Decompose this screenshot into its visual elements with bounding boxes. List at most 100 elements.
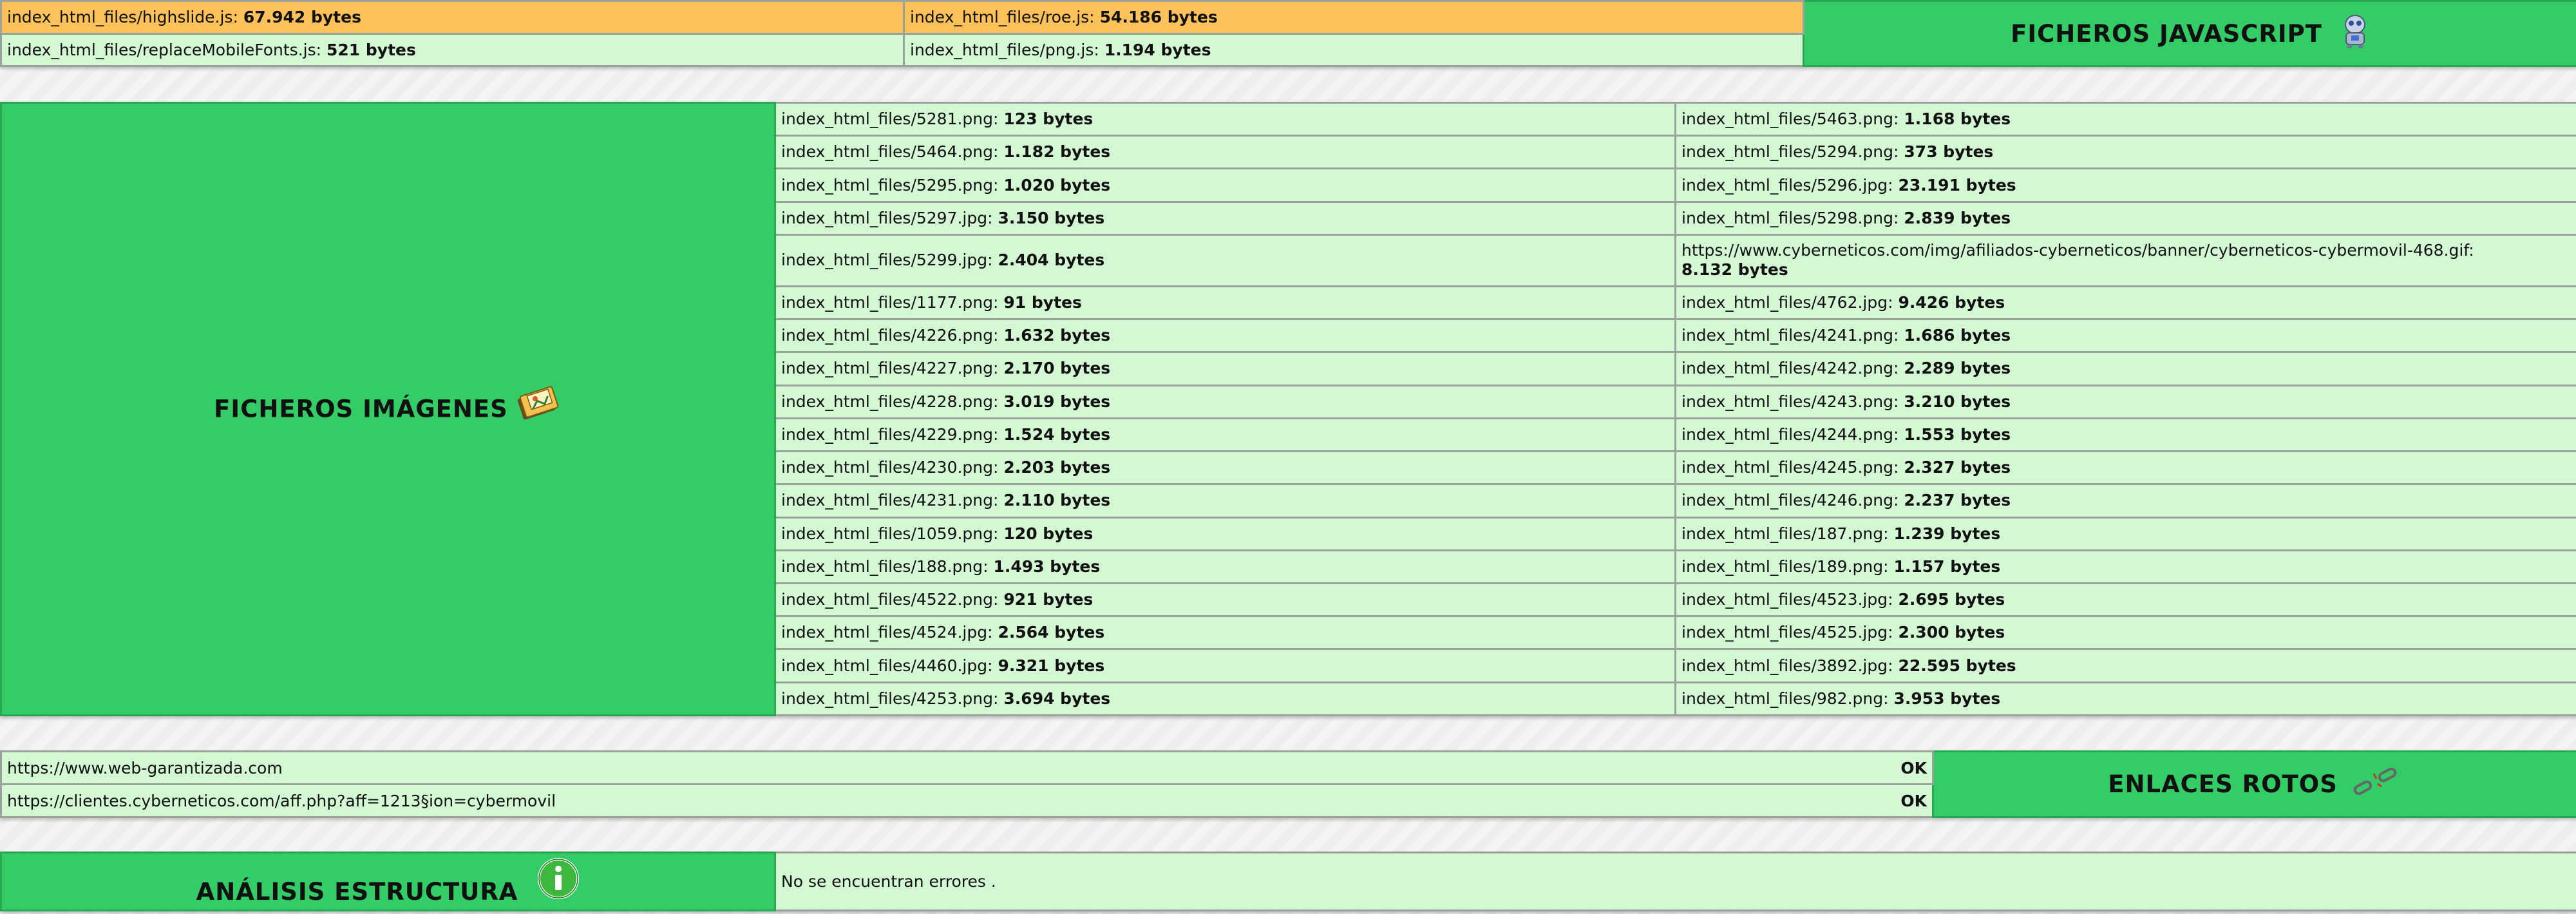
image-file-entry: index_html_files/4244.png: 1.553 bytes: [1674, 417, 2576, 453]
image-file-name: index_html_files/4241.png:: [1681, 326, 1899, 345]
image-file-size: 1.168 bytes: [1904, 109, 2011, 129]
image-file-size: 1.493 bytes: [993, 557, 1101, 576]
link-status: OK: [1900, 758, 1927, 777]
image-file-entry: index_html_files/4227.png: 2.170 bytes: [774, 351, 1676, 386]
image-file-size: 9.321 bytes: [998, 656, 1105, 675]
image-file-size: 1.020 bytes: [1003, 175, 1111, 195]
image-file-size: 1.632 bytes: [1003, 326, 1111, 345]
link-url[interactable]: https://clientes.cyberneticos.com/aff.ph…: [7, 792, 556, 810]
js-file-size: 54.186 bytes: [1099, 8, 1218, 27]
javascript-files-section: index_html_files/highslide.js: 67.942 by…: [0, 0, 2576, 67]
link-status: OK: [1900, 791, 1927, 810]
image-file-entry: index_html_files/5298.png: 2.839 bytes: [1674, 200, 2576, 236]
image-file-size: 9.426 bytes: [1898, 292, 2005, 312]
image-file-name: index_html_files/4460.jpg:: [781, 656, 993, 675]
image-file-name: index_html_files/1059.png:: [781, 524, 999, 543]
image-file-size: 120 bytes: [1003, 524, 1094, 543]
image-file-name: index_html_files/4230.png:: [781, 458, 999, 477]
structure-analysis-section: ANÁLISIS ESTRUCTURA No se encuentran err…: [0, 852, 2576, 911]
image-file-entry: index_html_files/5463.png: 1.168 bytes: [1674, 101, 2576, 137]
images-folder-icon: [516, 382, 562, 421]
image-file-size: 23.191 bytes: [1898, 175, 2016, 195]
image-file-size: 2.404 bytes: [998, 251, 1105, 270]
image-file-name: index_html_files/4524.jpg:: [781, 623, 993, 642]
image-file-entry: index_html_files/4228.png: 3.019 bytes: [774, 384, 1676, 419]
image-file-name: index_html_files/5464.png:: [781, 142, 999, 162]
image-file-entry: index_html_files/4226.png: 1.632 bytes: [774, 318, 1676, 354]
image-file-name: index_html_files/5463.png:: [1681, 109, 1899, 129]
structure-analysis-header: ANÁLISIS ESTRUCTURA: [0, 852, 776, 911]
image-file-name: index_html_files/4245.png:: [1681, 458, 1899, 477]
image-file-name: index_html_files/4246.png:: [1681, 491, 1899, 510]
image-file-size: 3.019 bytes: [1003, 392, 1111, 411]
image-file-size: 3.694 bytes: [1003, 689, 1111, 708]
image-file-entry: index_html_files/5299.jpg: 2.404 bytes: [774, 233, 1676, 287]
image-file-size: 2.203 bytes: [1003, 458, 1111, 477]
image-file-size: 373 bytes: [1904, 142, 1994, 162]
image-files-section: FICHEROS IMÁGENES index_html_files/5281.p…: [0, 101, 2576, 717]
image-file-entry: index_html_files/5294.png: 373 bytes: [1674, 135, 2576, 170]
broken-links-title: ENLACES ROTOS: [2108, 770, 2338, 798]
javascript-section-header: FICHEROS JAVASCRIPT: [1803, 0, 2576, 67]
image-file-entry: https://www.cyberneticos.com/img/afiliad…: [1674, 233, 2576, 287]
js-file-size: 67.942 bytes: [243, 8, 361, 27]
image-file-size: 921 bytes: [1003, 590, 1094, 609]
image-file-name: index_html_files/5281.png:: [781, 109, 999, 129]
image-file-entry: index_html_files/4245.png: 2.327 bytes: [1674, 450, 2576, 486]
broken-chain-icon: [2351, 762, 2402, 806]
link-url[interactable]: https://www.web-garantizada.com: [7, 759, 283, 777]
image-file-name: index_html_files/5296.jpg:: [1681, 175, 1893, 195]
image-file-entry: index_html_files/4523.jpg: 2.695 bytes: [1674, 582, 2576, 618]
image-file-entry: index_html_files/1177.png: 91 bytes: [774, 285, 1676, 321]
image-file-entry: index_html_files/4246.png: 2.237 bytes: [1674, 483, 2576, 519]
image-file-size: 2.695 bytes: [1898, 590, 2005, 609]
image-file-name: index_html_files/5294.png:: [1681, 142, 1899, 162]
image-file-name: index_html_files/4228.png:: [781, 392, 999, 411]
image-file-size: 91 bytes: [1003, 292, 1082, 312]
image-file-entry: index_html_files/3892.jpg: 22.595 bytes: [1674, 648, 2576, 683]
js-file-size: 1.194 bytes: [1104, 40, 1211, 59]
js-file-name: index_html_files/roe.js:: [910, 8, 1095, 27]
image-file-entry: index_html_files/4524.jpg: 2.564 bytes: [774, 615, 1676, 651]
image-file-entry: index_html_files/187.png: 1.239 bytes: [1674, 516, 2576, 551]
image-file-size: 123 bytes: [1003, 109, 1094, 129]
image-file-name: index_html_files/5297.jpg:: [781, 208, 993, 227]
image-file-entry: index_html_files/4230.png: 2.203 bytes: [774, 450, 1676, 486]
image-file-name: index_html_files/4253.png:: [781, 689, 999, 708]
js-file-name: index_html_files/replaceMobileFonts.js:: [7, 40, 322, 59]
js-file-entry: index_html_files/png.js: 1.194 bytes: [903, 32, 1804, 67]
js-file-entry: index_html_files/replaceMobileFonts.js: …: [0, 32, 905, 67]
image-file-name: index_html_files/4226.png:: [781, 326, 999, 345]
image-file-name: index_html_files/4242.png:: [1681, 359, 1899, 378]
broken-links-section: https://www.web-garantizada.com OK ENLAC…: [0, 750, 2576, 818]
image-file-size: 1.553 bytes: [1904, 424, 2011, 444]
image-file-name: index_html_files/4525.jpg:: [1681, 623, 1893, 642]
image-file-size: 2.839 bytes: [1904, 208, 2011, 227]
js-file-entry: index_html_files/highslide.js: 67.942 by…: [0, 0, 905, 35]
image-file-name: https://www.cyberneticos.com/img/afiliad…: [1681, 241, 2474, 260]
image-file-size: 1.182 bytes: [1003, 142, 1111, 162]
images-section-header: FICHEROS IMÁGENES: [0, 102, 776, 716]
image-file-size: 2.289 bytes: [1904, 359, 2011, 378]
javascript-robot-icon: [2340, 13, 2370, 55]
image-file-name: index_html_files/4523.jpg:: [1681, 590, 1893, 609]
image-file-size: 3.150 bytes: [998, 208, 1105, 227]
js-file-name: index_html_files/highslide.js:: [7, 8, 238, 27]
image-file-name: index_html_files/4227.png:: [781, 359, 999, 378]
image-file-name: index_html_files/188.png:: [781, 557, 989, 576]
image-file-name: index_html_files/5299.jpg:: [781, 251, 993, 270]
image-file-entry: index_html_files/5281.png: 123 bytes: [774, 101, 1676, 137]
image-file-entry: index_html_files/4253.png: 3.694 bytes: [774, 681, 1676, 717]
image-file-entry: index_html_files/4522.png: 921 bytes: [774, 582, 1676, 618]
images-section-title: FICHEROS IMÁGENES: [214, 395, 508, 423]
image-file-name: index_html_files/4229.png:: [781, 424, 999, 444]
image-file-size: 2.327 bytes: [1904, 458, 2011, 477]
image-file-name: index_html_files/3892.jpg:: [1681, 656, 1893, 675]
image-file-name: index_html_files/1177.png:: [781, 292, 999, 312]
image-file-size: 2.170 bytes: [1003, 359, 1111, 378]
image-file-entry: index_html_files/189.png: 1.157 bytes: [1674, 549, 2576, 584]
image-file-name: index_html_files/4244.png:: [1681, 424, 1899, 444]
image-file-size: 3.953 bytes: [1893, 689, 2001, 708]
image-file-entry: index_html_files/5296.jpg: 23.191 bytes: [1674, 167, 2576, 203]
link-check-row: https://www.web-garantizada.com OK: [0, 750, 1934, 785]
